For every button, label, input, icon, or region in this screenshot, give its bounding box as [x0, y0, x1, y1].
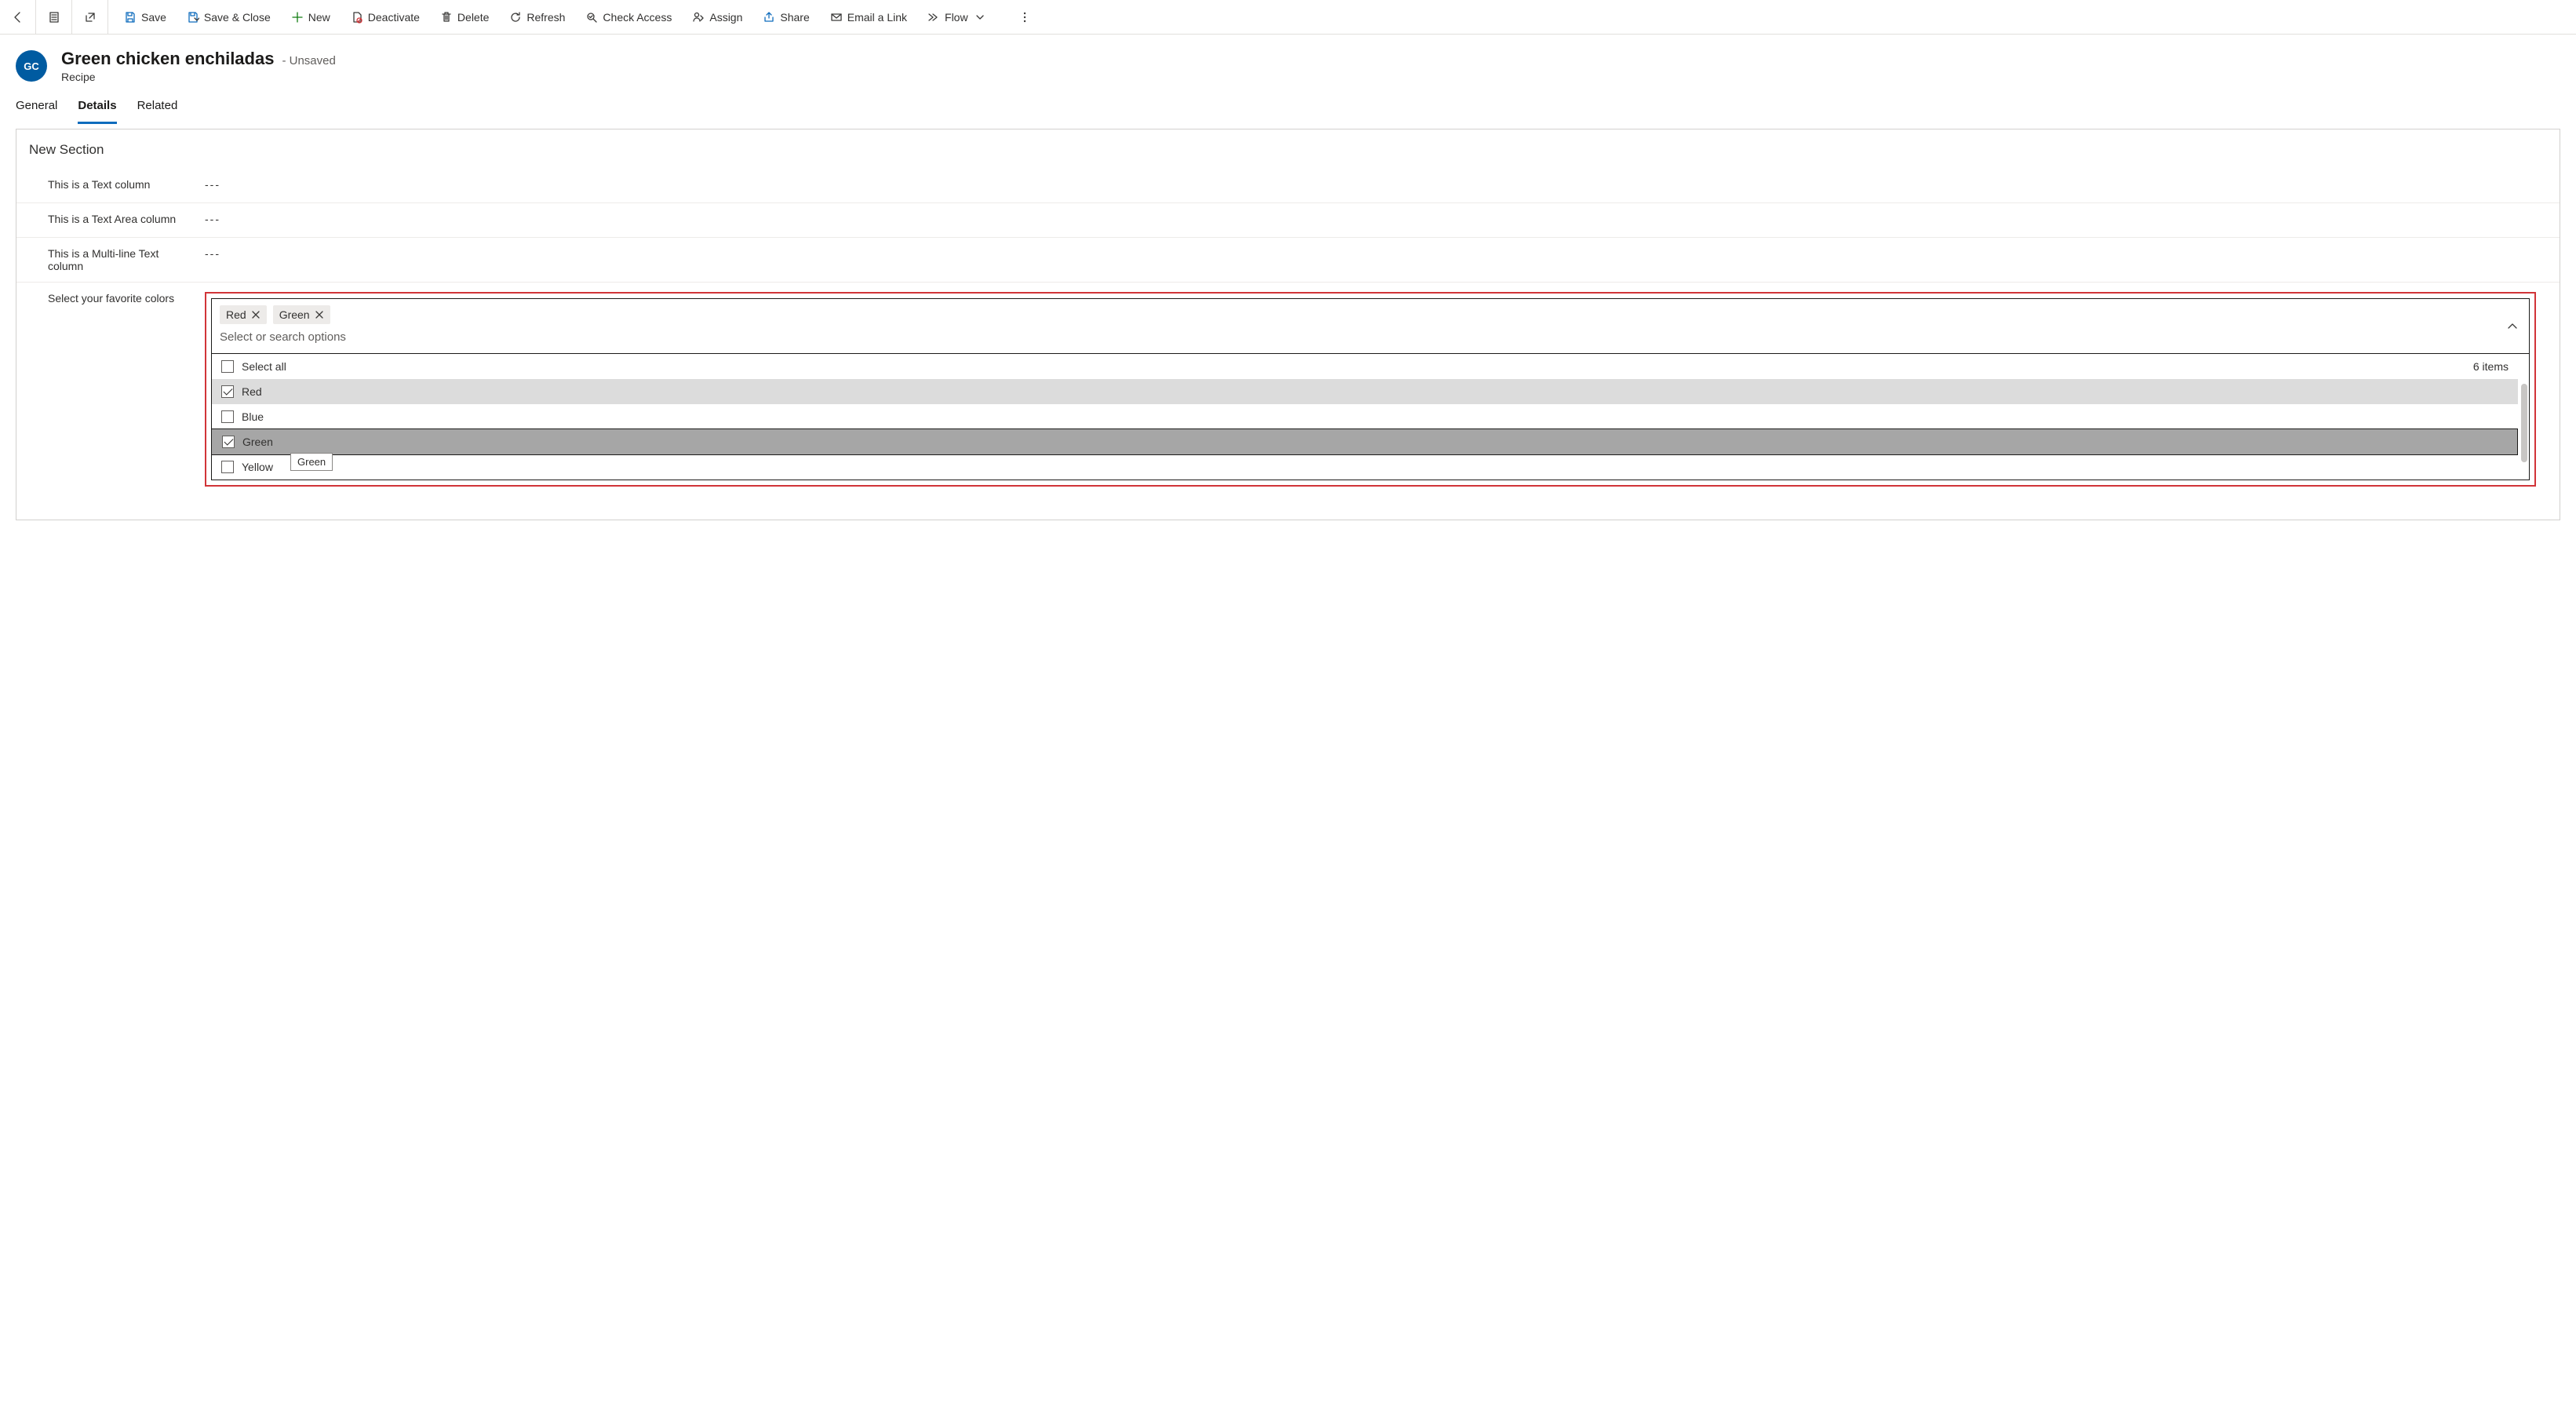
list-icon [48, 11, 60, 24]
delete-button[interactable]: Delete [431, 6, 498, 28]
check-access-icon [585, 11, 598, 24]
select-all-option[interactable]: Select all [221, 360, 286, 373]
field-text[interactable]: This is a Text column --- [16, 169, 2560, 203]
delete-label: Delete [457, 11, 489, 24]
refresh-label: Refresh [526, 11, 565, 24]
popout-icon [84, 11, 97, 24]
tooltip: Green [290, 453, 333, 471]
record-title: Green chicken enchiladas [61, 49, 274, 69]
save-button[interactable]: Save [115, 6, 176, 28]
command-bar: Save Save & Close New Deactivate Delete … [0, 0, 2576, 35]
dropdown-header[interactable]: Red Green Select or search options [212, 299, 2529, 354]
more-vertical-icon [1018, 11, 1031, 24]
check-access-button[interactable]: Check Access [576, 6, 681, 28]
assign-icon [692, 11, 705, 24]
refresh-icon [509, 11, 522, 24]
list-view-button[interactable] [36, 0, 72, 34]
field-multiline[interactable]: This is a Multi-line Text column --- [16, 238, 2560, 283]
record-entity-name: Recipe [61, 71, 336, 83]
commands: Save Save & Close New Deactivate Delete … [108, 0, 1045, 34]
plus-icon [291, 11, 304, 24]
option-yellow[interactable]: Yellow Green [212, 454, 2518, 480]
checkbox-icon [221, 360, 234, 373]
field-multiline-label: This is a Multi-line Text column [48, 247, 205, 272]
assign-button[interactable]: Assign [683, 6, 752, 28]
select-all-label: Select all [242, 360, 286, 373]
field-colors: Select your favorite colors Red Green [16, 283, 2560, 496]
deactivate-label: Deactivate [368, 11, 420, 24]
callout-highlight: Red Green Select or search options [205, 292, 2536, 487]
field-text-label: This is a Text column [48, 178, 205, 191]
new-label: New [308, 11, 330, 24]
field-multiline-value: --- [205, 247, 2547, 260]
share-icon [763, 11, 775, 24]
option-yellow-label: Yellow [242, 461, 273, 473]
deactivate-button[interactable]: Deactivate [341, 6, 429, 28]
overflow-button[interactable] [1011, 0, 1039, 34]
flow-button[interactable]: Flow [918, 6, 993, 28]
dropdown-list: Select all 6 items Red Blue Green [212, 354, 2529, 480]
check-access-label: Check Access [603, 11, 672, 24]
email-icon [830, 11, 843, 24]
back-arrow-icon [12, 11, 24, 24]
dropdown-top-row: Select all 6 items [212, 354, 2518, 379]
pill-green-label: Green [279, 308, 310, 321]
deactivate-icon [351, 11, 363, 24]
checkbox-icon [221, 461, 234, 473]
chevron-down-icon [976, 13, 984, 21]
flow-label: Flow [945, 11, 968, 24]
assign-label: Assign [709, 11, 742, 24]
close-icon[interactable] [251, 310, 261, 319]
option-blue[interactable]: Blue [212, 404, 2518, 429]
field-textarea[interactable]: This is a Text Area column --- [16, 203, 2560, 238]
record-header: GC Green chicken enchiladas - Unsaved Re… [0, 35, 2576, 91]
share-label: Share [780, 11, 809, 24]
tab-details[interactable]: Details [78, 91, 116, 124]
field-text-value: --- [205, 178, 2547, 191]
scrollbar-thumb[interactable] [2521, 384, 2527, 462]
dropdown-search-placeholder[interactable]: Select or search options [220, 330, 2521, 344]
nav-buttons [0, 0, 108, 34]
field-colors-label: Select your favorite colors [48, 292, 205, 305]
section-title: New Section [16, 142, 2560, 169]
tab-related[interactable]: Related [137, 91, 178, 124]
record-status: - Unsaved [282, 54, 335, 67]
save-close-icon [187, 11, 199, 24]
checkbox-checked-icon [222, 436, 235, 448]
close-icon[interactable] [315, 310, 324, 319]
save-close-button[interactable]: Save & Close [177, 6, 280, 28]
option-green[interactable]: Green [211, 429, 2518, 455]
email-link-label: Email a Link [847, 11, 907, 24]
tab-general[interactable]: General [16, 91, 57, 124]
pill-red-label: Red [226, 308, 246, 321]
option-blue-label: Blue [242, 410, 264, 423]
field-textarea-value: --- [205, 213, 2547, 225]
pill-red: Red [220, 305, 267, 324]
option-red[interactable]: Red [212, 379, 2518, 404]
trash-icon [440, 11, 453, 24]
back-button[interactable] [0, 0, 36, 34]
email-link-button[interactable]: Email a Link [821, 6, 916, 28]
flow-icon [927, 11, 940, 24]
save-label: Save [141, 11, 166, 24]
pill-green: Green [273, 305, 330, 324]
avatar: GC [16, 50, 47, 82]
multiselect-dropdown: Red Green Select or search options [211, 298, 2530, 480]
field-textarea-label: This is a Text Area column [48, 213, 205, 225]
option-red-label: Red [242, 385, 262, 398]
new-button[interactable]: New [282, 6, 340, 28]
checkbox-icon [221, 410, 234, 423]
option-green-label: Green [242, 436, 273, 448]
form-tabs: General Details Related [0, 91, 2576, 124]
chevron-up-icon[interactable] [2507, 321, 2518, 332]
selected-pills: Red Green [220, 305, 2521, 324]
save-close-label: Save & Close [204, 11, 271, 24]
refresh-button[interactable]: Refresh [500, 6, 574, 28]
checkbox-checked-icon [221, 385, 234, 398]
item-count: 6 items [2473, 360, 2509, 373]
popout-button[interactable] [72, 0, 108, 34]
save-icon [124, 11, 137, 24]
share-button[interactable]: Share [753, 6, 818, 28]
form-section: New Section This is a Text column --- Th… [16, 129, 2560, 520]
